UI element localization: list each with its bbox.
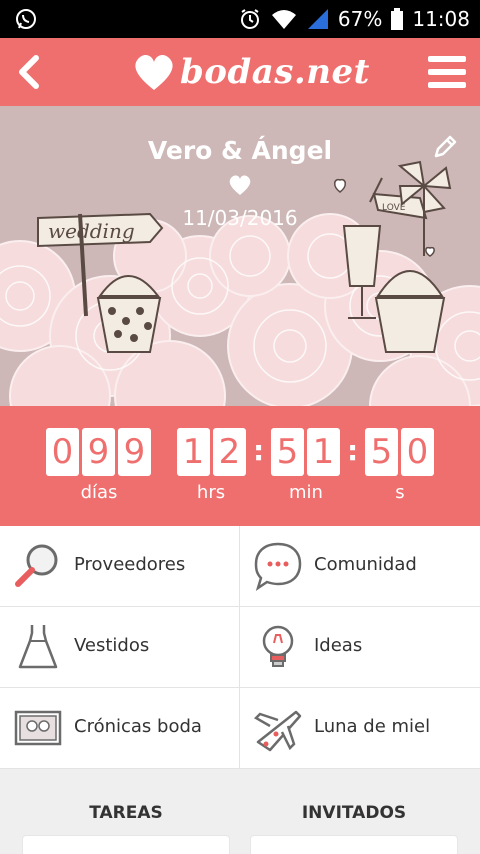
lightbulb-icon [262,625,294,667]
menu-item-label: Ideas [314,635,363,656]
airplane-icon [253,710,302,752]
magnifier-icon [15,544,58,587]
menu-item-ideas[interactable]: Ideas [240,607,480,688]
menu-item-label: Proveedores [74,554,186,575]
photos-icon [14,710,62,746]
cupcake-illustration [96,275,162,353]
battery-percent: 67% [337,7,383,31]
tab-invitados[interactable]: INVITADOS [234,803,474,823]
seconds-label: s [395,482,405,503]
pencil-edit-icon[interactable] [432,134,458,160]
whatsapp-icon [16,9,36,29]
digit: 1 [177,428,210,476]
menu-item-vestidos[interactable]: Vestidos [0,607,240,688]
menu-item-cronicas-boda[interactable]: Crónicas boda [0,688,240,769]
digit: 0 [46,428,79,476]
wedding-date: 11/03/2016 [182,206,298,230]
digit: 1 [307,428,340,476]
section-grid: Proveedores Comunidad Vestidos Ideas Cró… [0,526,480,769]
digit: 5 [365,428,398,476]
couple-names: Vero & Ángel [147,136,333,165]
colon-separator: : [253,434,265,467]
heart-logo-icon [135,55,173,90]
wifi-icon [271,10,296,29]
menu-item-label: Comunidad [314,554,417,575]
brand-name: bodas.net [180,52,370,92]
menu-item-proveedores[interactable]: Proveedores [0,526,240,607]
days-digits: 0 9 9 [46,428,151,476]
digit: 0 [401,428,434,476]
tab-tareas[interactable]: TAREAS [6,803,246,823]
menu-item-comunidad[interactable]: Comunidad [240,526,480,607]
menu-item-label: Crónicas boda [74,716,202,737]
menu-item-label: Vestidos [74,635,150,656]
days-label: días [80,482,118,503]
countdown: 0 9 9 1 2 : 5 1 : 5 0 días hrs min s [0,406,480,526]
heart-icon [229,175,251,195]
brand-logo[interactable]: bodas.net [132,46,370,98]
hours-label: hrs [196,482,226,503]
colon-separator: : [347,434,359,467]
chat-bubble-icon [254,542,302,591]
chevron-left-icon[interactable] [12,50,46,94]
battery-icon [391,8,404,30]
dress-icon [18,625,58,669]
hamburger-menu-icon[interactable] [428,53,466,91]
digit: 9 [82,428,115,476]
minutes-digits: 5 1 [271,428,340,476]
alarm-icon [240,9,259,29]
app-bar: bodas.net [0,38,480,106]
digit: 2 [213,428,246,476]
menu-item-label: Luna de miel [314,716,431,737]
menu-item-luna-de-miel[interactable]: Luna de miel [240,688,480,769]
clock: 11:08 [412,7,470,31]
status-bar: 67% 11:08 [0,0,480,38]
seconds-digits: 5 0 [365,428,434,476]
hours-digits: 1 2 [177,428,246,476]
bottom-section: TAREAS INVITADOS [0,769,480,854]
signal-icon [307,9,328,29]
digit: 9 [118,428,151,476]
digit: 5 [271,428,304,476]
invitados-card[interactable] [250,835,458,854]
couple-header: wedding LOVE Vero & Ángel 11/03/2016 [0,106,480,406]
tareas-card[interactable] [22,835,230,854]
